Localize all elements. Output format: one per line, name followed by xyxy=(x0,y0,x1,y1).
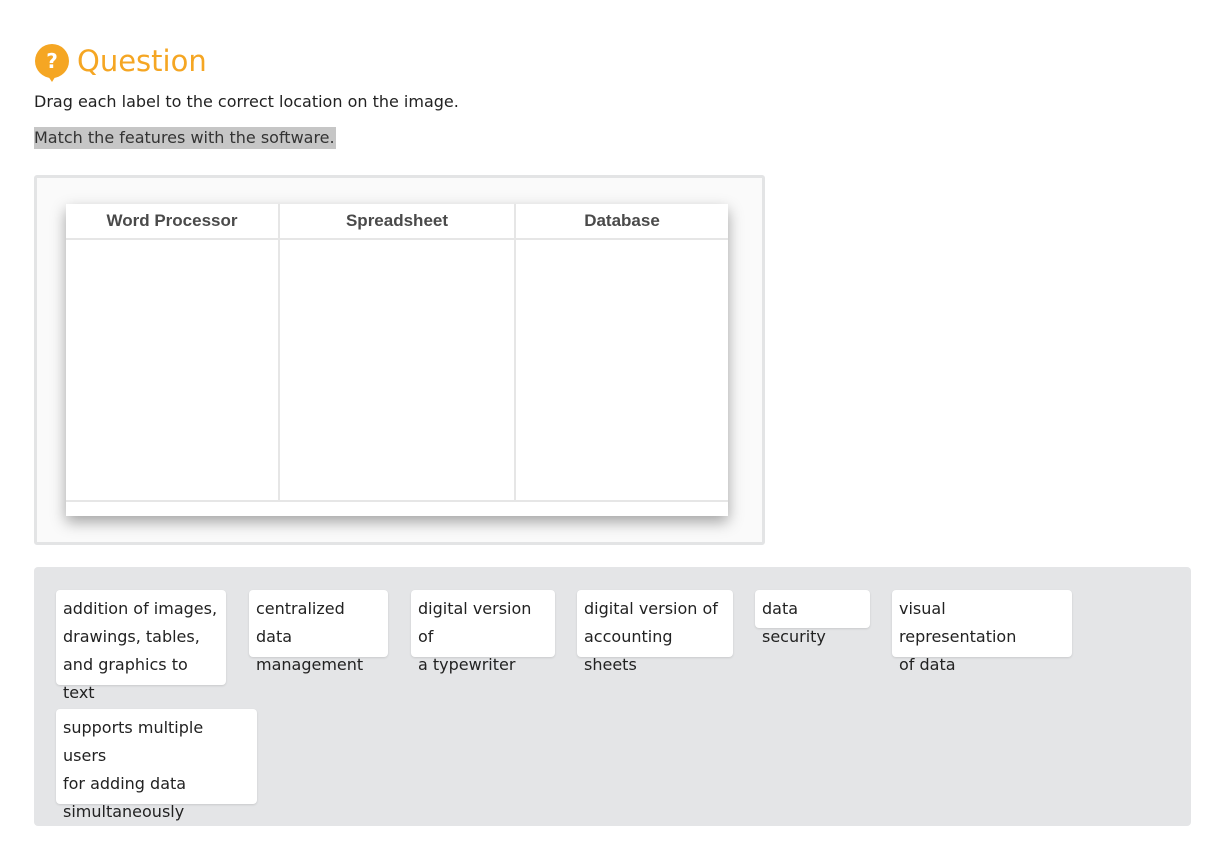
software-table: Word Processor Spreadsheet Database xyxy=(66,204,728,516)
drop-zone-word-processor[interactable] xyxy=(66,240,278,500)
label-bank: addition of images, drawings, tables, an… xyxy=(34,567,1191,826)
column-header: Database xyxy=(516,204,728,240)
instruction-text: Drag each label to the correct location … xyxy=(34,92,459,111)
column-word-processor: Word Processor xyxy=(66,204,280,500)
prompt-text: Match the features with the software. xyxy=(34,127,336,149)
image-frame: Word Processor Spreadsheet Database xyxy=(34,175,765,545)
column-database: Database xyxy=(516,204,728,500)
drop-zone-database[interactable] xyxy=(516,240,728,500)
drag-label[interactable]: digital version of accounting sheets xyxy=(577,590,733,674)
drag-label[interactable]: addition of images, drawings, tables, an… xyxy=(56,590,226,702)
drag-label[interactable]: supports multiple users for adding data … xyxy=(56,709,257,821)
svg-text:?: ? xyxy=(46,49,58,73)
question-title: Question xyxy=(77,43,207,78)
drop-zone-spreadsheet[interactable] xyxy=(280,240,514,500)
drag-label[interactable]: digital version of a typewriter xyxy=(411,590,555,674)
column-header: Word Processor xyxy=(66,204,278,240)
question-mark-icon: ? xyxy=(34,43,70,82)
column-header: Spreadsheet xyxy=(280,204,514,240)
drag-label[interactable]: visual representation of data xyxy=(892,590,1072,674)
drag-label[interactable]: centralized data management xyxy=(249,590,388,674)
drag-label[interactable]: data security xyxy=(755,590,870,646)
question-header: ? Question xyxy=(34,40,207,82)
column-spreadsheet: Spreadsheet xyxy=(280,204,516,500)
